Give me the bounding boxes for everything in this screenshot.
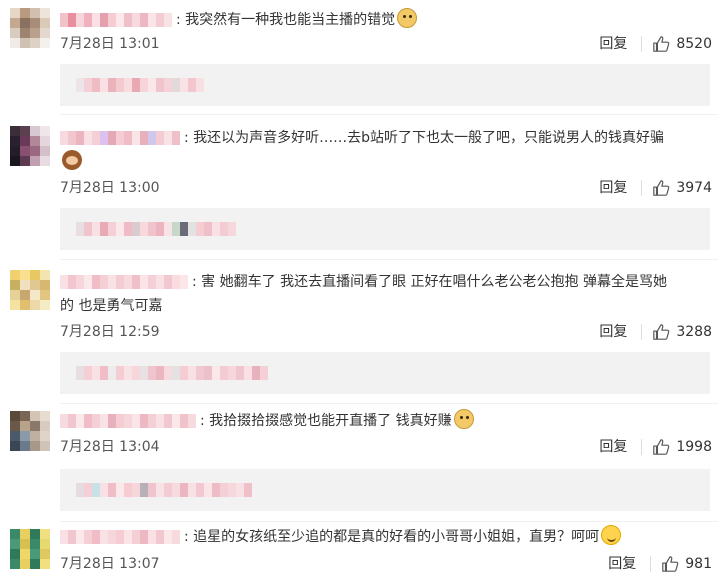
- divider: [60, 259, 718, 260]
- comment-actions: 回复 1998: [599, 437, 712, 457]
- blurred-reply-text: [76, 366, 268, 380]
- username-link[interactable]: [60, 131, 180, 145]
- comment-body: : 追星的女孩纸至少追的都是真的好看的小哥哥小姐姐，直男？呵呵: [60, 525, 678, 549]
- comment-body: : 我还以为声音多好听……去b站听了下也太一般了吧，只能说男人的钱真好骗: [60, 126, 678, 174]
- like-count: 3974: [676, 180, 712, 196]
- comment-date: 7月28日 12:59: [60, 324, 160, 340]
- reply-button[interactable]: 回复: [599, 324, 643, 340]
- username-link[interactable]: [60, 530, 180, 544]
- reply-preview[interactable]: [60, 469, 710, 511]
- divider: [60, 521, 718, 522]
- comment-actions: 回复 8520: [599, 34, 712, 54]
- comment-date: 7月28日 13:04: [60, 439, 160, 455]
- blurred-reply-text: [76, 483, 252, 497]
- avatar[interactable]: [10, 270, 50, 310]
- like-count: 1998: [676, 439, 712, 455]
- reply-preview[interactable]: [60, 208, 710, 250]
- like-count: 3288: [676, 324, 712, 340]
- divider: [60, 114, 718, 115]
- reply-button[interactable]: 回复: [608, 556, 652, 572]
- reply-button[interactable]: 回复: [599, 439, 643, 455]
- blurred-reply-text: [76, 222, 236, 236]
- doge-icon: [397, 8, 418, 28]
- monkey-icon: [62, 150, 82, 170]
- reply-button[interactable]: 回复: [599, 36, 643, 52]
- thumbs-up-icon[interactable]: [652, 323, 670, 341]
- reply-button[interactable]: 回复: [599, 180, 643, 196]
- doge-icon: [453, 409, 474, 429]
- comment-date: 7月28日 13:00: [60, 180, 160, 196]
- comment-date: 7月28日 13:07: [60, 556, 160, 572]
- avatar[interactable]: [10, 126, 50, 166]
- comment-body: : 我突然有一种我也能当主播的错觉: [60, 8, 678, 32]
- blurred-reply-text: [76, 78, 204, 92]
- comment-text: 追星的女孩纸至少追的都是真的好看的小哥哥小姐姐，直男？呵呵: [193, 529, 600, 545]
- thumbs-up-icon[interactable]: [652, 438, 670, 456]
- reply-preview[interactable]: [60, 352, 710, 394]
- comment-actions: 回复 3288: [599, 322, 712, 342]
- colon: :: [176, 12, 181, 28]
- thumbs-up-icon[interactable]: [661, 555, 679, 573]
- comment-actions: 回复 981: [608, 554, 712, 574]
- username-link[interactable]: [60, 275, 188, 289]
- avatar[interactable]: [10, 529, 50, 569]
- comment-body: : 害 她翻车了 我还去直播间看了眼 正好在唱什么老公老公抱抱 弹幕全是骂她的 …: [60, 270, 678, 318]
- colon: :: [200, 413, 205, 429]
- comment-text: 我还以为声音多好听……去b站听了下也太一般了吧，只能说男人的钱真好骗: [193, 130, 665, 146]
- divider: [60, 403, 718, 404]
- thumbs-up-icon[interactable]: [652, 35, 670, 53]
- colon: :: [184, 130, 189, 146]
- colon: :: [192, 274, 197, 290]
- comment-actions: 回复 3974: [599, 178, 712, 198]
- avatar[interactable]: [10, 8, 50, 48]
- colon: :: [184, 529, 189, 545]
- like-count: 8520: [676, 36, 712, 52]
- comment-text: 我突然有一种我也能当主播的错觉: [185, 12, 396, 28]
- comment-date: 7月28日 13:01: [60, 36, 160, 52]
- username-link[interactable]: [60, 13, 172, 27]
- comment-text: 我拾掇拾掇感觉也能开直播了 钱真好赚: [209, 413, 452, 429]
- avatar[interactable]: [10, 411, 50, 451]
- reply-preview[interactable]: [60, 64, 710, 106]
- thumbs-up-icon[interactable]: [652, 179, 670, 197]
- comment-body: : 我拾掇拾掇感觉也能开直播了 钱真好赚: [60, 409, 678, 433]
- like-count: 981: [685, 556, 712, 572]
- smile-icon: [601, 525, 622, 545]
- username-link[interactable]: [60, 414, 196, 428]
